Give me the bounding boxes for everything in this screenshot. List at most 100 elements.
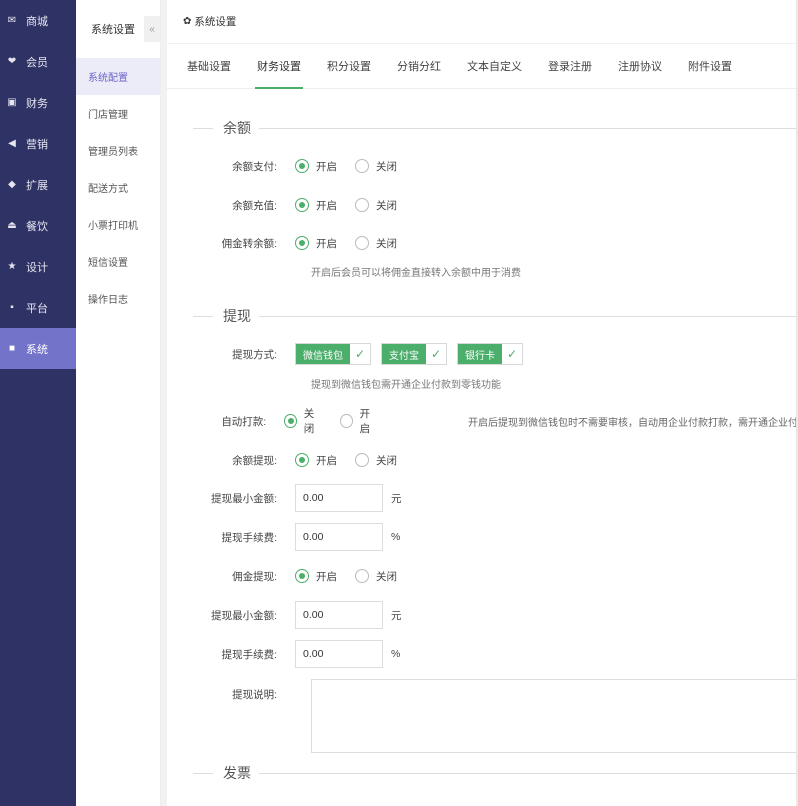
check-icon: ✓ — [430, 347, 442, 361]
balance-withdraw-row: 余额提现: 开启 关闭 — [167, 446, 798, 474]
section-invoice: 发票 — [193, 763, 798, 783]
extend-icon: ◆ — [8, 179, 16, 190]
nav-item-label: 平台 — [26, 302, 48, 315]
nav-item-1[interactable]: ❤ 会员 — [0, 41, 76, 82]
collapse-icon[interactable]: « — [144, 16, 160, 42]
radio-on[interactable]: 开启 — [295, 198, 337, 213]
tab[interactable]: 积分设置 — [327, 44, 371, 89]
commission-fee-row: 提现手续费: 0.00 % — [167, 640, 798, 668]
radio-off[interactable]: 关闭 — [355, 236, 397, 251]
field-label: 余额提现: — [232, 454, 277, 467]
tab[interactable]: 分销分红 — [397, 44, 441, 89]
radio-off[interactable]: 关闭 — [284, 406, 322, 436]
radio-on[interactable]: 开启 — [295, 453, 337, 468]
balance-pay-row: 余额支付: 开启 关闭 — [167, 152, 798, 180]
section-title: 发票 — [223, 765, 251, 781]
settings-tabs: 基础设置 财务设置 积分设置 分销分红 文本自定义 登录注册 注册协议 附件设置 — [167, 44, 798, 89]
commission-fee-input[interactable]: 0.00 — [295, 640, 383, 668]
marketing-icon: ◀ — [8, 138, 16, 149]
platform-icon: ▪ — [10, 302, 14, 313]
fee-row: 提现手续费: 0.00 % — [167, 523, 798, 551]
nav-item-5[interactable]: ⏏ 餐饮 — [0, 205, 76, 246]
balance-recharge-row: 余额充值: 开启 关闭 — [167, 191, 798, 219]
nav-item-label: 扩展 — [26, 179, 48, 192]
system-icon: ■ — [8, 343, 16, 354]
auto-pay-row: 自动打款: 关闭 开启 开启后提现到微信钱包时不需要审核，自动用企业付款打款，需… — [167, 407, 798, 435]
min-amount-row: 提现最小金额: 0.00 元 — [167, 484, 798, 512]
nav-item-3[interactable]: ◀ 营销 — [0, 123, 76, 164]
unit-label: 元 — [391, 492, 402, 505]
nav-item-label: 会员 — [26, 56, 48, 69]
radio-off[interactable]: 关闭 — [355, 159, 397, 174]
finance-icon: ▣ — [7, 97, 17, 108]
tab[interactable]: 文本自定义 — [467, 44, 522, 89]
check-icon: ✓ — [506, 347, 518, 361]
design-icon: ★ — [7, 261, 17, 272]
tab[interactable]: 附件设置 — [688, 44, 732, 89]
nav-item-label: 营销 — [26, 138, 48, 151]
field-label: 提现说明: — [232, 688, 277, 701]
subnav-item[interactable]: 短信设置 — [76, 243, 160, 280]
tab[interactable]: 基础设置 — [187, 44, 231, 89]
tab[interactable]: 登录注册 — [548, 44, 592, 89]
withdraw-method-row: 提现方式: 微信钱包 ✓ 支付宝 ✓ 银行卡 ✓ — [167, 340, 798, 368]
commission-min-amount-row: 提现最小金额: 0.00 元 — [167, 601, 798, 629]
withdraw-desc-textarea[interactable] — [311, 679, 798, 753]
commission-withdraw-row: 佣金提现: 开启 关闭 — [167, 562, 798, 590]
subnav-title: 系统设置 — [91, 24, 135, 36]
nav-item-7[interactable]: ▪ 平台 — [0, 287, 76, 328]
nav-item-0[interactable]: ✉ 商城 — [0, 0, 76, 41]
field-label: 余额充值: — [232, 199, 277, 212]
unit-label: % — [391, 531, 401, 543]
subnav-item[interactable]: 配送方式 — [76, 169, 160, 206]
nav-item-8[interactable]: ■ 系统 — [0, 328, 76, 369]
field-label: 佣金提现: — [232, 570, 277, 583]
section-title: 提现 — [223, 308, 251, 324]
method-bank-checkbox[interactable]: 银行卡 ✓ — [457, 343, 523, 365]
field-label: 自动打款: — [221, 415, 267, 428]
nav-item-label: 系统 — [26, 343, 48, 356]
field-label: 提现手续费: — [221, 531, 277, 544]
radio-off[interactable]: 关闭 — [355, 569, 397, 584]
subnav-item[interactable]: 操作日志 — [76, 280, 160, 317]
radio-on[interactable]: 开启 — [295, 159, 337, 174]
nav-item-4[interactable]: ◆ 扩展 — [0, 164, 76, 205]
subnav-item[interactable]: 门店管理 — [76, 95, 160, 132]
section-balance: 余额 — [193, 118, 798, 138]
unit-label: % — [391, 648, 401, 660]
field-label: 余额支付: — [232, 160, 277, 173]
method-wechat-checkbox[interactable]: 微信钱包 ✓ — [295, 343, 371, 365]
min-amount-input[interactable]: 0.00 — [295, 484, 383, 512]
radio-on[interactable]: 开启 — [295, 569, 337, 584]
sub-nav: 系统设置 « 系统配置 门店管理 管理员列表 配送方式 小票打印机 短信设置 操作日志 — [76, 0, 161, 806]
gear-icon: ✿ — [183, 16, 192, 27]
field-label: 提现方式: — [232, 348, 277, 361]
radio-off[interactable]: 关闭 — [355, 198, 397, 213]
nav-item-6[interactable]: ★ 设计 — [0, 246, 76, 287]
commission-min-amount-input[interactable]: 0.00 — [295, 601, 383, 629]
radio-on[interactable]: 开启 — [295, 236, 337, 251]
subnav-item[interactable]: 小票打印机 — [76, 206, 160, 243]
page-title-text: 系统设置 — [194, 16, 237, 28]
radio-off[interactable]: 关闭 — [355, 453, 397, 468]
shop-icon: ✉ — [7, 15, 17, 26]
subnav-item[interactable]: 管理员列表 — [76, 132, 160, 169]
auto-pay-hint: 开启后提现到微信钱包时不需要审核，自动用企业付款打款，需开通企业付 — [468, 417, 798, 429]
subnav-title-row: 系统设置 « — [76, 0, 160, 58]
nav-item-2[interactable]: ▣ 财务 — [0, 82, 76, 123]
fee-input[interactable]: 0.00 — [295, 523, 383, 551]
nav-item-label: 财务 — [26, 97, 48, 110]
nav-item-label: 设计 — [26, 261, 48, 274]
field-label: 佣金转余额: — [221, 237, 277, 250]
page-title: ✿ 系统设置 — [167, 0, 798, 44]
radio-on[interactable]: 开启 — [340, 406, 378, 436]
tab[interactable]: 注册协议 — [618, 44, 662, 89]
nav-item-label: 商城 — [26, 15, 48, 28]
section-withdraw: 提现 — [193, 306, 798, 326]
balance-hint: 开启后会员可以将佣金直接转入余额中用于消费 — [311, 268, 521, 279]
commission-to-balance-row: 佣金转余额: 开启 关闭 — [167, 229, 798, 257]
subnav-item[interactable]: 系统配置 — [76, 58, 160, 95]
tab[interactable]: 财务设置 — [255, 44, 303, 89]
field-label: 提现最小金额: — [211, 609, 277, 622]
method-alipay-checkbox[interactable]: 支付宝 ✓ — [381, 343, 447, 365]
